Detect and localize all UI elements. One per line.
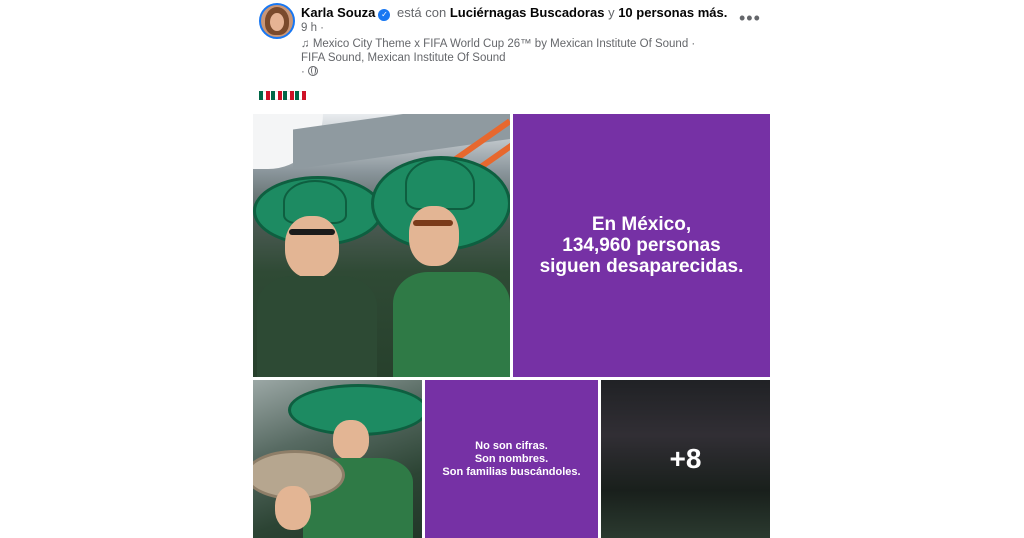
headline-line: En México, [591,214,692,235]
tagged-page-link[interactable]: Luciérnagas Buscadoras [450,5,605,20]
caption-flags [259,91,307,100]
photo-face [333,420,369,460]
photo-face [285,216,339,278]
music-note-icon: ♫ [301,38,310,50]
headline-card[interactable]: En México, 134,960 personas siguen desap… [513,114,770,377]
avatar-face [270,13,284,31]
mexico-flag-icon [295,91,307,100]
photo-fans-sombreros[interactable] [253,380,422,538]
post-header: Karla Souza ✓ está con Luciérnagas Buscad… [301,5,727,21]
message-card[interactable]: No son cifras. Son nombres. Son familias… [425,380,598,538]
music-attribution[interactable]: ♫ Mexico City Theme x FIFA World Cup 26™… [301,37,731,65]
mexico-flag-icon [283,91,295,100]
music-line1: Mexico City Theme x FIFA World Cup 26™ b… [312,38,696,50]
photo-jersey [257,276,377,377]
privacy-separator: · [301,66,305,78]
photo-sunglasses [413,220,453,226]
mexico-flag-icon [271,91,283,100]
message-line: No son cifras. [475,439,548,452]
others-link[interactable]: 10 personas más. [618,5,727,20]
author-avatar[interactable] [259,3,295,39]
photo-face [409,206,459,266]
more-photos-overlay[interactable]: +8 [601,380,770,538]
music-line2: FIFA Sound, Mexican Institute Of Sound [301,52,506,64]
message-line: Son familias buscándoles. [442,465,581,478]
privacy-row: · [301,66,319,78]
message-text: No son cifras. Son nombres. Son familias… [436,440,586,479]
headline-line: 134,960 personas [562,235,721,256]
photo-couple-stadium[interactable] [253,114,510,377]
photo-stadium-screen[interactable]: +8 [601,380,770,538]
and-text: y [608,5,615,20]
verified-badge-icon: ✓ [378,9,391,21]
facebook-post: Karla Souza ✓ está con Luciérnagas Buscad… [253,0,770,538]
more-photos-count: +8 [669,443,702,474]
more-options-icon[interactable]: ••• [739,8,761,29]
post-timestamp[interactable]: 9 h · [301,22,324,34]
photo-jersey [393,272,510,377]
photo-face [275,486,311,530]
globe-icon[interactable] [308,66,319,76]
headline-text: En México, 134,960 personas siguen desap… [530,214,754,277]
photo-sombrero-crown [405,158,475,210]
mexico-flag-icon [259,91,271,100]
media-grid: En México, 134,960 personas siguen desap… [253,114,770,538]
headline-line: siguen desaparecidas. [539,256,744,277]
author-name[interactable]: Karla Souza [301,5,375,20]
message-line: Son nombres. [474,452,549,465]
with-text: está con [397,5,447,20]
photo-sunglasses [289,229,335,235]
